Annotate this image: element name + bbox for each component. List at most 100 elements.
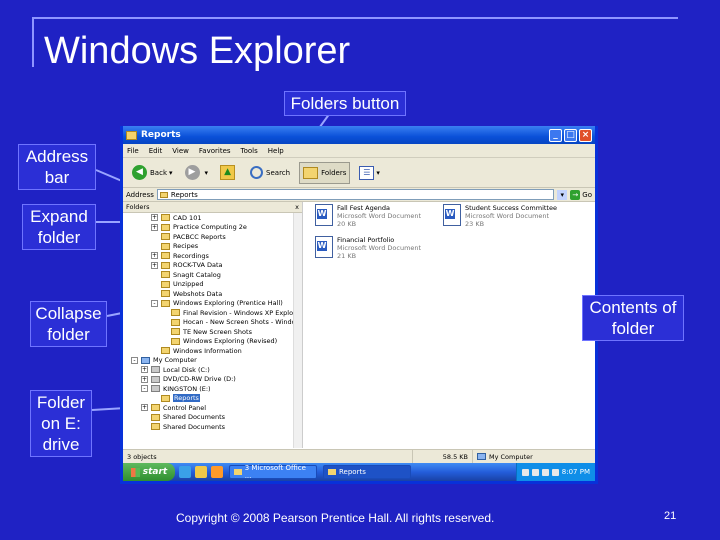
expand-toggle[interactable]: + — [151, 214, 158, 222]
menu-view[interactable]: View — [172, 147, 189, 155]
tree-item[interactable]: + CAD 101 — [123, 213, 302, 223]
taskbar-item-office[interactable]: 3 Microsoft Office ... — [229, 464, 317, 480]
contents-pane: Fall Fest Agenda Microsoft Word Document… — [303, 202, 595, 448]
maximize-button[interactable]: □ — [564, 128, 577, 142]
tree-item[interactable]: Final Revision - Windows XP Exploring — [123, 308, 302, 318]
start-label: start — [142, 467, 168, 477]
tray-icon[interactable] — [541, 468, 549, 476]
tree-item[interactable]: Webshots Data — [123, 289, 302, 299]
tree-item[interactable]: Windows Exploring (Revised) — [123, 337, 302, 347]
tree-item[interactable]: + Recordings — [123, 251, 302, 261]
tray-icon[interactable] — [521, 468, 529, 476]
menu-help[interactable]: Help — [268, 147, 284, 155]
taskbar-item-reports[interactable]: Reports — [323, 465, 411, 479]
tree-item[interactable]: - My Computer — [123, 356, 302, 366]
tree-item[interactable]: Recipes — [123, 242, 302, 252]
internet-explorer-icon[interactable] — [179, 466, 191, 478]
tree-item[interactable]: - Windows Exploring (Prentice Hall) — [123, 299, 302, 309]
tree-item-label: Local Disk (C:) — [163, 365, 210, 374]
address-field[interactable]: Reports — [156, 189, 555, 200]
search-label: Search — [266, 168, 291, 177]
tree-item[interactable]: TE New Screen Shots — [123, 327, 302, 337]
folder-tree: + CAD 101 + Practice Computing 2e PACBCC Rep… — [123, 213, 302, 432]
callout-folder-on-e-drive: Folder on E: drive — [30, 390, 92, 457]
folders-button[interactable]: Folders — [299, 161, 351, 184]
tray-icon[interactable] — [531, 468, 539, 476]
computer-icon — [141, 356, 150, 364]
address-value: Reports — [170, 190, 198, 199]
minimize-button[interactable]: _ — [549, 128, 562, 142]
folders-pane-title: Folders — [126, 203, 150, 211]
show-desktop-icon[interactable] — [195, 466, 207, 478]
tree-item[interactable]: + Practice Computing 2e — [123, 223, 302, 233]
tree-item[interactable]: SnagIt Catalog — [123, 270, 302, 280]
callout-expand-folder: Expand folder — [22, 204, 96, 250]
expand-toggle[interactable]: + — [141, 404, 148, 412]
window-titlebar[interactable]: Reports _ □ × — [123, 126, 595, 144]
folder-icon — [161, 394, 170, 402]
tree-item-label: Final Revision - Windows XP Exploring — [183, 308, 303, 317]
expand-toggle[interactable]: + — [141, 366, 148, 374]
expand-toggle[interactable]: + — [151, 223, 158, 231]
page-number: 21 — [664, 510, 677, 522]
back-button[interactable]: ◀ Back ▾ — [129, 162, 176, 184]
tree-item[interactable]: PACBCC Reports — [123, 232, 302, 242]
back-label: Back — [150, 168, 167, 177]
folder-icon — [161, 271, 170, 279]
file-item[interactable]: Financial Portfolio Microsoft Word Docum… — [315, 236, 421, 260]
expand-toggle[interactable]: + — [151, 252, 158, 260]
menu-favorites[interactable]: Favorites — [199, 147, 231, 155]
up-button[interactable]: ▲ — [217, 162, 241, 184]
tree-item[interactable]: Windows Information — [123, 346, 302, 356]
tree-item[interactable]: Shared Documents — [123, 413, 302, 423]
file-item[interactable]: Student Success Committee Microsoft Word… — [443, 204, 557, 228]
file-type: Microsoft Word Document — [337, 244, 422, 252]
expand-toggle[interactable]: + — [151, 261, 158, 269]
folder-icon — [151, 423, 160, 431]
folders-scrollbar[interactable] — [293, 213, 302, 448]
views-button[interactable]: ☰ ▾ — [356, 162, 383, 184]
tree-item[interactable]: - KINGSTON (E:) — [123, 384, 302, 394]
close-button[interactable]: × — [579, 128, 592, 142]
folders-pane-close-button[interactable]: x — [295, 203, 299, 211]
file-size: 21 KB — [337, 252, 357, 260]
address-bar: Address Reports ▾ → Go — [123, 188, 595, 202]
file-type: Microsoft Word Document — [337, 212, 422, 220]
file-item[interactable]: Fall Fest Agenda Microsoft Word Document… — [315, 204, 421, 228]
taskbar-item-label: Reports — [339, 468, 366, 476]
tree-item[interactable]: + ROCK-TVA Data — [123, 261, 302, 271]
volume-icon[interactable] — [551, 468, 559, 476]
tree-item[interactable]: Unzipped — [123, 280, 302, 290]
tree-item-label: Reports — [173, 394, 200, 403]
drive-icon — [151, 366, 160, 374]
go-button[interactable]: → Go — [570, 189, 592, 200]
tree-item[interactable]: + Local Disk (C:) — [123, 365, 302, 375]
tree-item[interactable]: + DVD/CD-RW Drive (D:) — [123, 375, 302, 385]
file-name: Fall Fest Agenda — [337, 204, 390, 212]
folder-icon — [161, 347, 170, 355]
media-player-icon[interactable] — [211, 466, 223, 478]
folder-icon — [126, 130, 137, 140]
collapse-toggle[interactable]: - — [141, 385, 148, 393]
menu-tools[interactable]: Tools — [241, 147, 258, 155]
tree-item-label: CAD 101 — [173, 213, 202, 222]
forward-button[interactable]: ▶ ▾ — [182, 162, 212, 184]
tree-item[interactable]: Hocan - New Screen Shots - Windows XP ( — [123, 318, 302, 328]
menu-edit[interactable]: Edit — [149, 147, 163, 155]
taskbar-item-label: 3 Microsoft Office ... — [244, 464, 306, 480]
search-button[interactable]: Search — [247, 162, 293, 184]
tree-item-label: Windows Information — [173, 346, 242, 355]
views-icon: ☰ — [359, 165, 375, 180]
start-button[interactable]: start — [123, 463, 175, 481]
tree-item[interactable]: Shared Documents — [123, 422, 302, 432]
address-label: Address — [126, 190, 154, 199]
toolbar: ◀ Back ▾ ▶ ▾ ▲ Search Folders ☰ ▾ — [123, 158, 595, 188]
expand-toggle[interactable]: + — [141, 375, 148, 383]
tree-item[interactable]: + Control Panel — [123, 403, 302, 413]
tree-item[interactable]: Reports — [123, 394, 302, 404]
collapse-toggle[interactable]: - — [151, 299, 158, 307]
menu-file[interactable]: File — [127, 147, 139, 155]
address-dropdown-button[interactable]: ▾ — [557, 189, 568, 200]
collapse-toggle[interactable]: - — [131, 356, 138, 364]
tree-item-label: Practice Computing 2e — [173, 223, 247, 232]
